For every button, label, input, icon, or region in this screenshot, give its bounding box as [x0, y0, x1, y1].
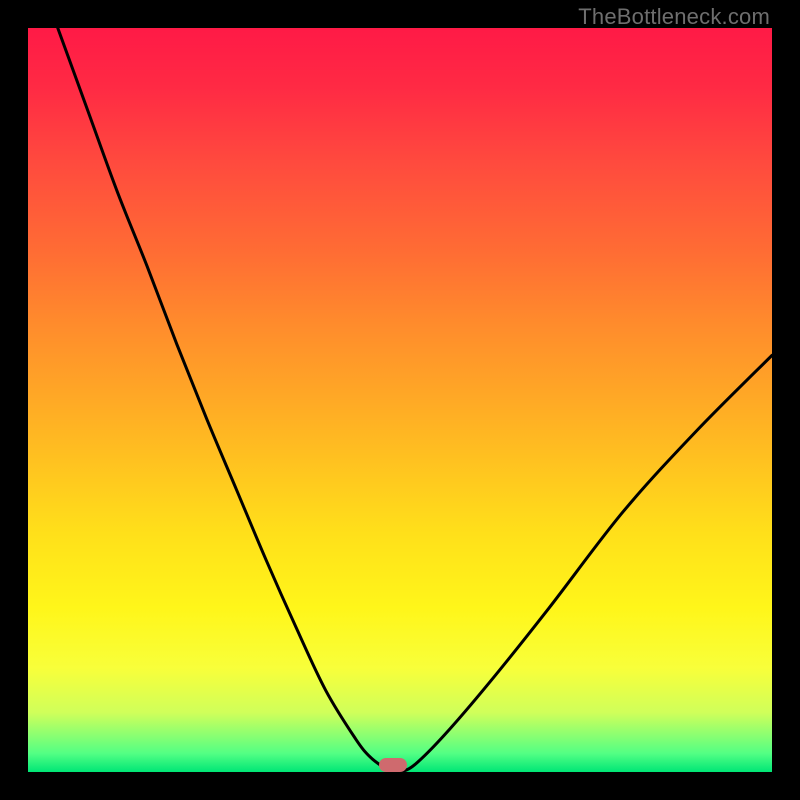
- plot-area: [28, 28, 772, 772]
- curve-layer: [28, 28, 772, 772]
- attribution-text: TheBottleneck.com: [578, 4, 770, 30]
- bottleneck-curve: [58, 28, 772, 772]
- optimum-marker: [379, 758, 407, 772]
- chart-frame: TheBottleneck.com: [0, 0, 800, 800]
